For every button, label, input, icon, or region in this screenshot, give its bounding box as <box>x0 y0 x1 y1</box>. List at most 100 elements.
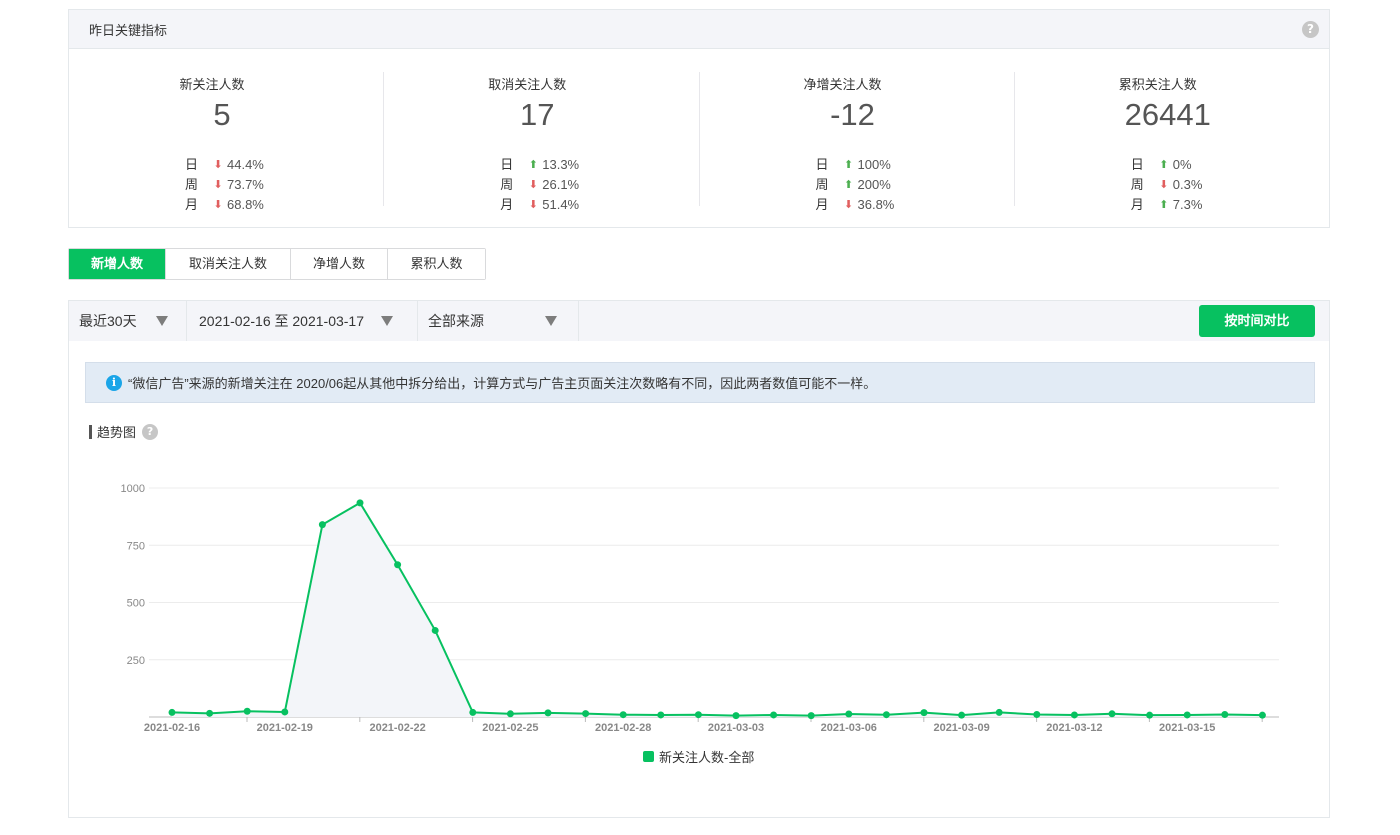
x-tick-label: 2021-03-12 <box>1046 722 1102 734</box>
key-metrics-panel: 昨日关键指标 ? 新关注人数 5 日 ⬇ 44.4% 周 ⬇ 73.7% 月 ⬇ 68.8%… <box>68 9 1330 228</box>
comparison-value: 200% <box>857 177 891 192</box>
x-tick-label: 2021-02-16 <box>144 722 200 734</box>
comparison-day: 日 ⬇ 44.4% <box>185 155 264 175</box>
comparison-label: 月 <box>185 197 199 212</box>
tab-unfollowers[interactable]: 取消关注人数 <box>166 249 291 279</box>
comparison-value: 26.1% <box>542 177 580 192</box>
arrow-down-icon: ⬇ <box>213 179 223 191</box>
comparison-day: 日 ⬆ 100% <box>816 155 895 175</box>
comparison-label: 周 <box>185 177 199 192</box>
series-area <box>172 502 1263 717</box>
comparison-value: 68.8% <box>227 197 264 212</box>
data-point <box>1033 710 1041 718</box>
x-tick-label: 2021-03-15 <box>1159 722 1215 734</box>
comparison-label: 日 <box>815 157 829 172</box>
data-point <box>469 708 477 716</box>
x-tick-label: 2021-03-03 <box>708 722 764 734</box>
data-point <box>920 709 928 717</box>
x-tick-label: 2021-02-19 <box>257 722 313 734</box>
comparison-value: 100% <box>857 157 891 172</box>
help-icon[interactable]: ? <box>1302 21 1319 38</box>
comparison-label: 月 <box>1130 197 1144 212</box>
x-tick-label: 2021-02-28 <box>595 722 651 734</box>
comparison-month: 月 ⬆ 7.3% <box>1131 195 1203 215</box>
tab-new-followers[interactable]: 新增人数 <box>69 249 166 279</box>
arrow-up-icon: ⬆ <box>528 159 538 171</box>
data-point <box>168 708 176 716</box>
arrow-down-icon: ⬇ <box>213 159 223 171</box>
comparison-day: 日 ⬆ 13.3% <box>500 155 579 175</box>
metric-unfollowers: 取消关注人数 17 日 ⬆ 13.3% 周 ⬇ 26.1% 月 ⬇ 51.4% <box>384 72 700 212</box>
data-point <box>732 712 740 720</box>
trend-panel: 最近30天 2021-02-16 至 2021-03-17 全部来源 按时间对比… <box>68 300 1330 818</box>
arrow-down-icon: ⬇ <box>1159 179 1169 191</box>
comparison-label: 日 <box>185 157 199 172</box>
metric-tabs: 新增人数 取消关注人数 净增人数 累积人数 <box>68 248 486 280</box>
metric-value: 17 <box>520 97 555 132</box>
y-tick-label: 250 <box>127 655 145 667</box>
x-tick-label: 2021-02-25 <box>482 722 538 734</box>
comparison-label: 周 <box>815 177 829 192</box>
data-point <box>770 711 778 719</box>
comparison-label: 月 <box>815 197 829 212</box>
data-point <box>657 711 665 719</box>
data-point <box>243 707 251 715</box>
comparison-value: 7.3% <box>1172 197 1203 212</box>
comparison-value: 51.4% <box>542 197 580 212</box>
data-point <box>995 708 1003 716</box>
arrow-up-icon: ⬆ <box>843 179 854 191</box>
tab-total-followers[interactable]: 累积人数 <box>388 249 485 279</box>
comparison-day: 日 ⬆ 0% <box>1131 155 1203 175</box>
data-point <box>318 521 326 529</box>
y-tick-label: 500 <box>127 598 145 610</box>
comparison-week: 周 ⬇ 73.7% <box>185 175 264 195</box>
metric-title: 净增关注人数 <box>803 77 882 92</box>
data-point <box>206 709 214 717</box>
data-point <box>431 626 439 634</box>
x-tick-label: 2021-02-22 <box>369 722 425 734</box>
tab-net-followers[interactable]: 净增人数 <box>291 249 388 279</box>
metric-value: -12 <box>830 97 875 132</box>
metric-title: 取消关注人数 <box>488 77 567 92</box>
comparison-label: 周 <box>500 177 514 192</box>
comparison-label: 日 <box>500 157 514 172</box>
data-point <box>356 499 364 507</box>
data-point <box>1258 711 1266 719</box>
comparison-month: 月 ⬇ 36.8% <box>816 195 895 215</box>
data-point <box>1183 711 1191 719</box>
trend-line-chart: 250 500 750 1000 2021-02-16 2021-02-19 2021-02… <box>121 483 1279 734</box>
data-point <box>882 711 890 719</box>
comparison-value: 0% <box>1172 157 1192 172</box>
arrow-up-icon: ⬆ <box>843 159 854 171</box>
chart-legend[interactable]: 新关注人数-全部 <box>643 747 754 766</box>
comparison-value: 13.3% <box>542 157 580 172</box>
data-point <box>1221 710 1229 718</box>
comparison-label: 日 <box>1130 157 1144 172</box>
comparison-value: 73.7% <box>227 177 264 192</box>
data-point <box>582 710 590 718</box>
comparison-week: 周 ⬇ 0.3% <box>1131 175 1203 195</box>
arrow-down-icon: ⬇ <box>843 199 854 211</box>
data-point <box>1108 710 1116 718</box>
metric-title: 累积关注人数 <box>1118 77 1197 92</box>
metric-net-followers: 净增关注人数 -12 日 ⬆ 100% 周 ⬆ 200% 月 ⬇ 36.8% <box>700 72 1015 212</box>
metric-value: 5 <box>213 97 231 132</box>
data-point <box>694 711 702 719</box>
legend-label: 新关注人数-全部 <box>659 750 755 765</box>
comparison-label: 月 <box>500 197 514 212</box>
metrics-row: 新关注人数 5 日 ⬇ 44.4% 周 ⬇ 73.7% 月 ⬇ 68.8% 取消关注人数 1… <box>69 72 1329 212</box>
arrow-up-icon: ⬆ <box>1159 199 1169 211</box>
metric-title: 新关注人数 <box>179 77 245 92</box>
y-tick-label: 750 <box>127 540 145 552</box>
y-tick-label: 1000 <box>121 483 145 495</box>
comparison-week: 周 ⬇ 26.1% <box>500 175 579 195</box>
data-point <box>544 709 552 717</box>
data-point <box>394 561 402 569</box>
key-metrics-header: 昨日关键指标 ? <box>69 10 1329 49</box>
arrow-down-icon: ⬇ <box>528 179 538 191</box>
arrow-down-icon: ⬇ <box>528 199 538 211</box>
legend-swatch <box>643 751 654 762</box>
x-tick-label: 2021-03-06 <box>821 722 877 734</box>
comparison-month: 月 ⬇ 68.8% <box>185 195 264 215</box>
metric-new-followers: 新关注人数 5 日 ⬇ 44.4% 周 ⬇ 73.7% 月 ⬇ 68.8% <box>69 72 385 212</box>
